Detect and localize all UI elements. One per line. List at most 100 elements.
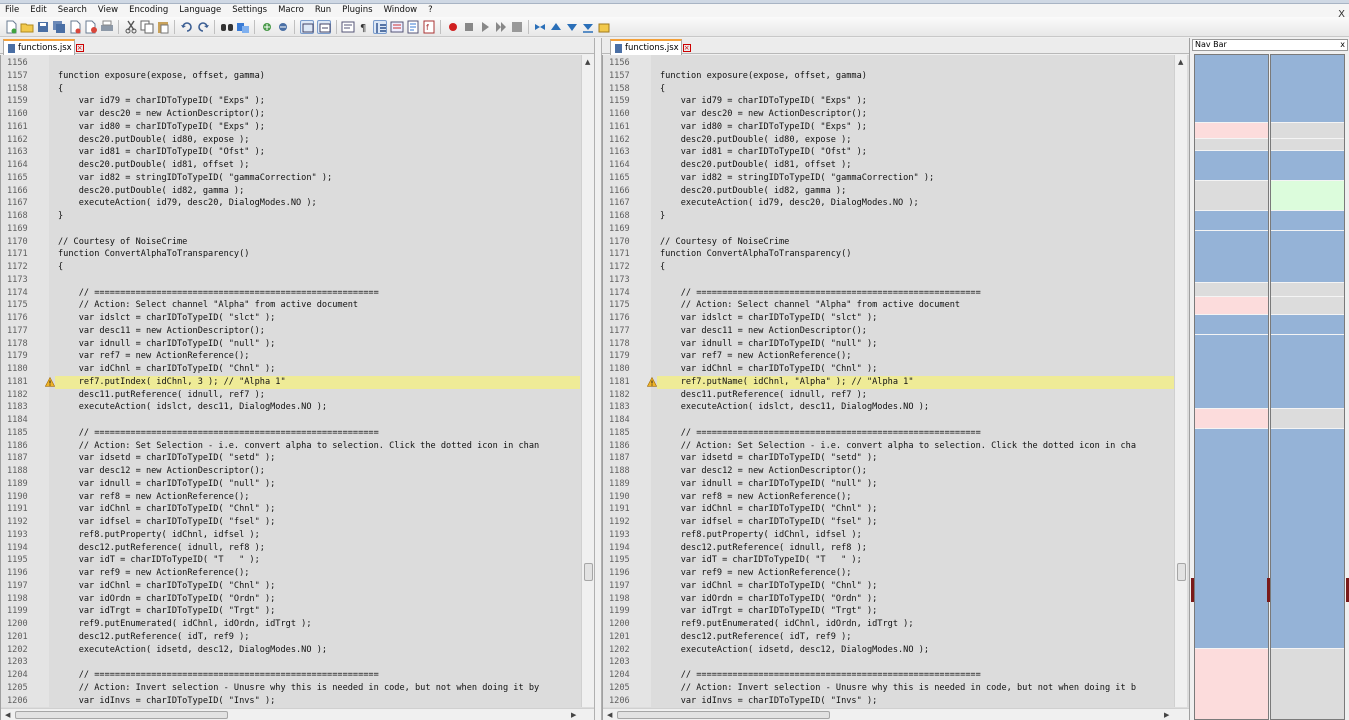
code-line[interactable]: 1187 var idsetd = charIDToTypeID( "setd"…: [1, 452, 580, 465]
left-vertical-scrollbar[interactable]: ▲: [581, 55, 594, 707]
code-line[interactable]: 1201 desc12.putReference( idT, ref9 );: [1, 631, 580, 644]
code-line[interactable]: 1176 var idslct = charIDToTypeID( "slct"…: [1, 312, 580, 325]
tab-functions-jsx-right[interactable]: functions.jsx ×: [610, 39, 691, 55]
nav-bar-close-icon[interactable]: x: [1340, 40, 1345, 50]
code-line[interactable]: 1176 var idslct = charIDToTypeID( "slct"…: [603, 312, 1175, 325]
code-line[interactable]: 1194 desc12.putReference( idnull, ref8 )…: [1, 542, 580, 555]
tab-functions-jsx-left[interactable]: functions.jsx ×: [3, 39, 84, 55]
code-line[interactable]: 1195 var idT = charIDToTypeID( "T " );: [603, 554, 1175, 567]
code-line[interactable]: 1196 var ref9 = new ActionReference();: [1, 567, 580, 580]
run-macro-multiple-icon[interactable]: [494, 20, 508, 34]
code-line[interactable]: 1184: [1, 414, 580, 427]
code-line[interactable]: 1179 var ref7 = new ActionReference();: [1, 350, 580, 363]
code-line[interactable]: 1186 // Action: Set Selection - i.e. con…: [603, 440, 1175, 453]
left-horizontal-scroll-thumb[interactable]: [15, 711, 228, 719]
scroll-left-icon[interactable]: ◀: [607, 710, 612, 720]
code-line[interactable]: 1189 var idnull = charIDToTypeID( "null"…: [1, 478, 580, 491]
code-line[interactable]: 1172 {: [603, 261, 1175, 274]
code-line[interactable]: 1195 var idT = charIDToTypeID( "T " );: [1, 554, 580, 567]
code-line[interactable]: 1194 desc12.putReference( idnull, ref8 )…: [603, 542, 1175, 555]
scroll-up-icon[interactable]: ▲: [1178, 57, 1183, 67]
scroll-right-icon[interactable]: ▶: [571, 710, 576, 720]
user-language-icon[interactable]: [390, 20, 404, 34]
nav-bar-right-column[interactable]: [1270, 54, 1345, 720]
menu-edit[interactable]: Edit: [25, 4, 52, 17]
code-line[interactable]: 1171 function ConvertAlphaToTransparency(…: [1, 248, 580, 261]
code-line[interactable]: 1182 desc11.putReference( idnull, ref7 )…: [603, 389, 1175, 402]
code-line[interactable]: 1191 var idChnl = charIDToTypeID( "Chnl"…: [1, 503, 580, 516]
code-line[interactable]: 1199 var idTrgt = charIDToTypeID( "Trgt"…: [603, 605, 1175, 618]
code-line[interactable]: 1193 ref8.putProperty( idChnl, idfsel );: [1, 529, 580, 542]
code-line[interactable]: 1203: [1, 656, 580, 669]
code-line[interactable]: 1187 var idsetd = charIDToTypeID( "setd"…: [603, 452, 1175, 465]
code-line[interactable]: 1200 ref9.putEnumerated( idChnl, idOrdn,…: [1, 618, 580, 631]
save-icon[interactable]: [36, 20, 50, 34]
code-line[interactable]: 1179 var ref7 = new ActionReference();: [603, 350, 1175, 363]
code-line[interactable]: 1204 // ================================…: [603, 669, 1175, 682]
code-line[interactable]: 1167 executeAction( id79, desc20, Dialog…: [603, 197, 1175, 210]
code-line[interactable]: 1177 var desc11 = new ActionDescriptor()…: [1, 325, 580, 338]
left-vertical-scroll-thumb[interactable]: [584, 563, 593, 581]
code-line[interactable]: 1204 // ================================…: [1, 669, 580, 682]
code-line[interactable]: 1165 var id82 = stringIDToTypeID( "gamma…: [1, 172, 580, 185]
tab-close-icon[interactable]: ×: [682, 44, 691, 52]
show-all-chars-icon[interactable]: ¶: [357, 20, 371, 34]
code-line[interactable]: 1169: [1, 223, 580, 236]
code-line[interactable]: 1197 var idChnl = charIDToTypeID( "Chnl"…: [603, 580, 1175, 593]
print-icon[interactable]: [100, 20, 114, 34]
code-line[interactable]: 1183 executeAction( idslct, desc11, Dial…: [1, 401, 580, 414]
paste-icon[interactable]: [156, 20, 170, 34]
code-line[interactable]: 1197 var idChnl = charIDToTypeID( "Chnl"…: [1, 580, 580, 593]
code-line[interactable]: 1189 var idnull = charIDToTypeID( "null"…: [603, 478, 1175, 491]
code-line[interactable]: 1175 // Action: Select channel "Alpha" f…: [603, 299, 1175, 312]
code-line[interactable]: 1185 // ================================…: [603, 427, 1175, 440]
right-editor[interactable]: 1156 1157 function exposure(expose, offset…: [602, 55, 1189, 720]
scroll-up-icon[interactable]: ▲: [585, 57, 590, 67]
code-line[interactable]: 1163 var id81 = charIDToTypeID( "Ofst" )…: [1, 146, 580, 159]
code-line[interactable]: 1156: [603, 57, 1175, 70]
code-line[interactable]: 1158 {: [1, 83, 580, 96]
code-line[interactable]: 1164 desc20.putDouble( id81, offset );: [603, 159, 1175, 172]
last-diff-icon[interactable]: [581, 20, 595, 34]
nav-bar-left-column[interactable]: [1194, 54, 1269, 720]
previous-diff-icon[interactable]: [549, 20, 563, 34]
code-line[interactable]: 1171 function ConvertAlphaToTransparency(…: [603, 248, 1175, 261]
code-line[interactable]: 1161 var id80 = charIDToTypeID( "Exps" )…: [1, 121, 580, 134]
code-line[interactable]: 1156: [1, 57, 580, 70]
code-line[interactable]: 1192 var idfsel = charIDToTypeID( "fsel"…: [603, 516, 1175, 529]
code-line[interactable]: 1164 desc20.putDouble( id81, offset );: [1, 159, 580, 172]
code-line[interactable]: 1192 var idfsel = charIDToTypeID( "fsel"…: [1, 516, 580, 529]
code-line[interactable]: 1174 // ================================…: [1, 287, 580, 300]
highlighted-diff-line[interactable]: 1181 ref7.putName( idChnl, "Alpha" ); //…: [609, 375, 1175, 389]
menu-view[interactable]: View: [93, 4, 124, 17]
code-line[interactable]: 1188 var desc12 = new ActionDescriptor()…: [603, 465, 1175, 478]
code-line[interactable]: 1175 // Action: Select channel "Alpha" f…: [1, 299, 580, 312]
code-line[interactable]: 1200 ref9.putEnumerated( idChnl, idOrdn,…: [603, 618, 1175, 631]
stop-macro-icon[interactable]: [462, 20, 476, 34]
copy-icon[interactable]: [140, 20, 154, 34]
code-line[interactable]: 1199 var idTrgt = charIDToTypeID( "Trgt"…: [1, 605, 580, 618]
code-line[interactable]: 1183 executeAction( idslct, desc11, Dial…: [603, 401, 1175, 414]
menu-plugins[interactable]: Plugins: [337, 4, 378, 17]
save-macro-icon[interactable]: [510, 20, 524, 34]
menu-search[interactable]: Search: [53, 4, 93, 17]
nav-bar-icon[interactable]: [597, 20, 611, 34]
right-horizontal-scrollbar[interactable]: ◀ ▶: [603, 708, 1189, 720]
code-line[interactable]: 1178 var idnull = charIDToTypeID( "null"…: [603, 338, 1175, 351]
left-horizontal-scrollbar[interactable]: ◀ ▶: [1, 708, 594, 720]
cut-icon[interactable]: [124, 20, 138, 34]
code-line[interactable]: 1161 var id80 = charIDToTypeID( "Exps" )…: [603, 121, 1175, 134]
menu-run[interactable]: Run: [310, 4, 337, 17]
code-line[interactable]: 1172 {: [1, 261, 580, 274]
undo-icon[interactable]: [180, 20, 194, 34]
code-line[interactable]: 1191 var idChnl = charIDToTypeID( "Chnl"…: [603, 503, 1175, 516]
code-line[interactable]: 1202 executeAction( idsetd, desc12, Dial…: [603, 644, 1175, 657]
code-line[interactable]: 1168}: [1, 210, 580, 223]
code-line[interactable]: 1168}: [603, 210, 1175, 223]
code-line[interactable]: 1163 var id81 = charIDToTypeID( "Ofst" )…: [603, 146, 1175, 159]
new-file-icon[interactable]: [4, 20, 18, 34]
tab-close-icon[interactable]: ×: [75, 44, 84, 52]
code-line[interactable]: 1186 // Action: Set Selection - i.e. con…: [1, 440, 580, 453]
code-line[interactable]: 1173: [603, 274, 1175, 287]
indent-guide-icon[interactable]: [373, 20, 387, 34]
